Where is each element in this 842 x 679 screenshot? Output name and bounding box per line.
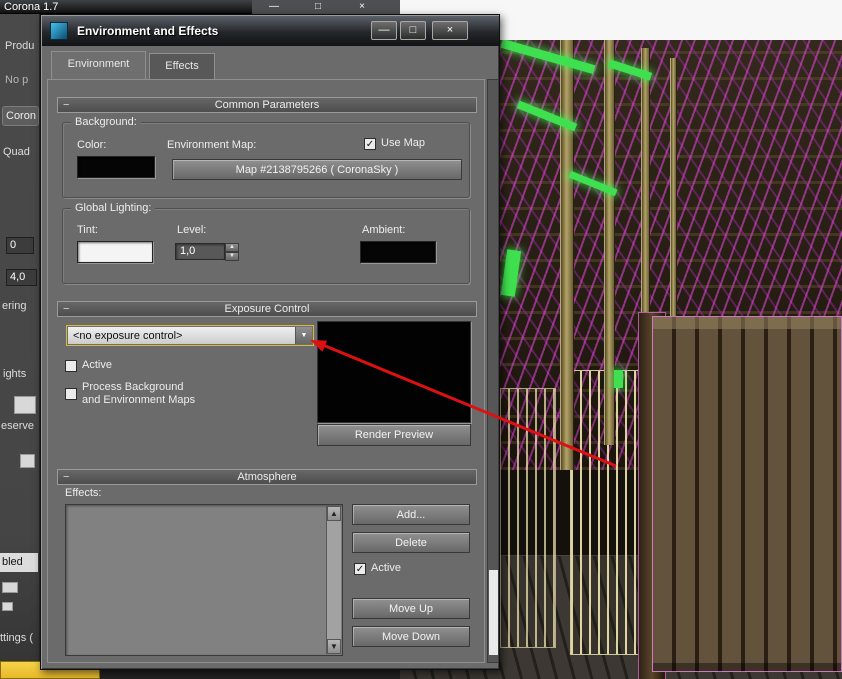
panel-text-fragment: No p [5,74,29,86]
rollout-exposure-control[interactable]: − Exposure Control [57,301,477,317]
dialog-minimize-button[interactable]: — [371,21,397,40]
wooden-crate-wall [652,316,842,672]
effects-list[interactable]: ▲ ▼ [65,504,343,656]
scroll-up-icon[interactable]: ▲ [327,506,341,521]
add-button[interactable]: Add... [352,504,470,525]
spinner-buttons[interactable]: ▲ ▼ [225,243,239,261]
ambient-color-swatch[interactable] [360,241,436,263]
color-label: Color: [77,139,107,151]
process-background-label: Process Background and Environment Maps [82,381,195,407]
wooden-post [560,40,574,470]
effects-list-scrollbar[interactable]: ▲ ▼ [326,506,341,654]
scrollbar-thumb[interactable] [489,570,498,655]
panel-button-fragment[interactable]: Coron [2,106,39,126]
dialog-maximize-button[interactable]: □ [400,21,426,40]
dialog-title: Environment and Effects [77,24,219,38]
dialog-content: − Common Parameters Background: Color: E… [47,79,485,663]
panel-fragment [2,582,18,593]
level-spinner[interactable]: 1,0 ▲ ▼ [175,243,239,261]
rollout-title: Exposure Control [224,303,310,315]
rollout-atmosphere[interactable]: − Atmosphere [57,469,477,485]
process-label-line1: Process Background [82,381,184,393]
dropdown-arrow-icon[interactable]: ▼ [295,327,312,344]
spinner-up-icon[interactable]: ▲ [225,243,239,252]
tint-label: Tint: [77,224,98,236]
atmosphere-active-label: Active [371,562,401,574]
panel-fragment [2,602,13,611]
use-map-label: Use Map [381,137,426,149]
app-icon [50,22,68,40]
minimize-button[interactable]: — [262,0,286,14]
stall-fence-far [498,388,556,648]
green-light-bar [614,370,623,388]
left-toolbar-panel: Produ No p Coron Quad 0 4,0 ering ights … [0,14,40,679]
collapse-icon: − [63,303,70,315]
spinner-down-icon[interactable]: ▼ [225,252,239,261]
environment-map-label: Environment Map: [167,139,257,151]
panel-text-fragment: Produ [5,40,35,52]
dialog-scrollbar[interactable] [487,79,499,663]
exposure-control-dropdown[interactable]: <no exposure control> ▼ [66,325,314,346]
dialog-close-button[interactable]: × [432,21,468,40]
background-color-swatch[interactable] [77,156,155,178]
dialog-titlebar[interactable]: Environment and Effects [42,16,499,46]
rollout-title: Common Parameters [214,99,320,111]
checkbox-box[interactable]: ✓ [354,562,366,575]
process-background-checkbox[interactable]: Process Background and Environment Maps [65,381,195,407]
panel-fragment [14,396,36,414]
tab-effects[interactable]: Effects [149,53,215,79]
ambient-label: Ambient: [362,224,406,236]
checkbox-box[interactable] [65,359,77,372]
maximize-button[interactable]: □ [306,0,330,14]
level-value[interactable]: 1,0 [175,243,225,260]
scroll-down-icon[interactable]: ▼ [327,639,341,654]
render-preview-button[interactable]: Render Preview [317,424,471,446]
use-map-checkbox[interactable]: ✓ Use Map [364,137,425,150]
effects-label: Effects: [65,487,102,499]
panel-text-fragment: eserve [1,420,35,432]
process-label-line2: and Environment Maps [82,394,196,406]
global-lighting-group-label: Global Lighting: [71,202,156,214]
exposure-active-label: Active [82,359,112,371]
collapse-icon: − [63,99,70,111]
panel-number-field[interactable]: 4,0 [6,269,37,286]
move-down-button[interactable]: Move Down [352,626,470,647]
rollout-common-parameters[interactable]: − Common Parameters [57,97,477,113]
panel-text-fragment: Quad [3,146,30,158]
panel-selected-row[interactable]: bled [0,553,38,572]
rollout-title: Atmosphere [237,471,297,483]
close-button[interactable]: × [350,0,374,14]
level-label: Level: [177,224,207,236]
atmosphere-active-checkbox[interactable]: ✓ Active [354,562,401,575]
main-window-titlebar: Corona 1.7 — □ × [0,0,400,14]
environment-effects-dialog: Environment and Effects — □ × Environmen… [40,14,500,670]
background-group-label: Background: [71,116,141,128]
panel-fragment [20,454,35,468]
tint-color-swatch[interactable] [77,241,153,263]
exposure-preview [317,321,471,423]
main-window-title: Corona 1.7 [4,1,59,13]
delete-button[interactable]: Delete [352,532,470,553]
exposure-active-checkbox[interactable]: Active [65,359,112,372]
collapse-icon: − [63,471,70,483]
tab-environment[interactable]: Environment [51,51,146,79]
panel-text-fragment: ights [3,368,27,380]
panel-text-fragment: ering [2,300,27,312]
checkbox-box[interactable] [65,388,77,400]
environment-map-button[interactable]: Map #2138795266 ( CoronaSky ) [172,159,462,180]
dropdown-value: <no exposure control> [73,329,183,342]
checkbox-box[interactable]: ✓ [364,137,376,150]
move-up-button[interactable]: Move Up [352,598,470,619]
panel-number-field[interactable]: 0 [6,237,34,254]
panel-text-fragment: ttings ( [0,632,34,644]
